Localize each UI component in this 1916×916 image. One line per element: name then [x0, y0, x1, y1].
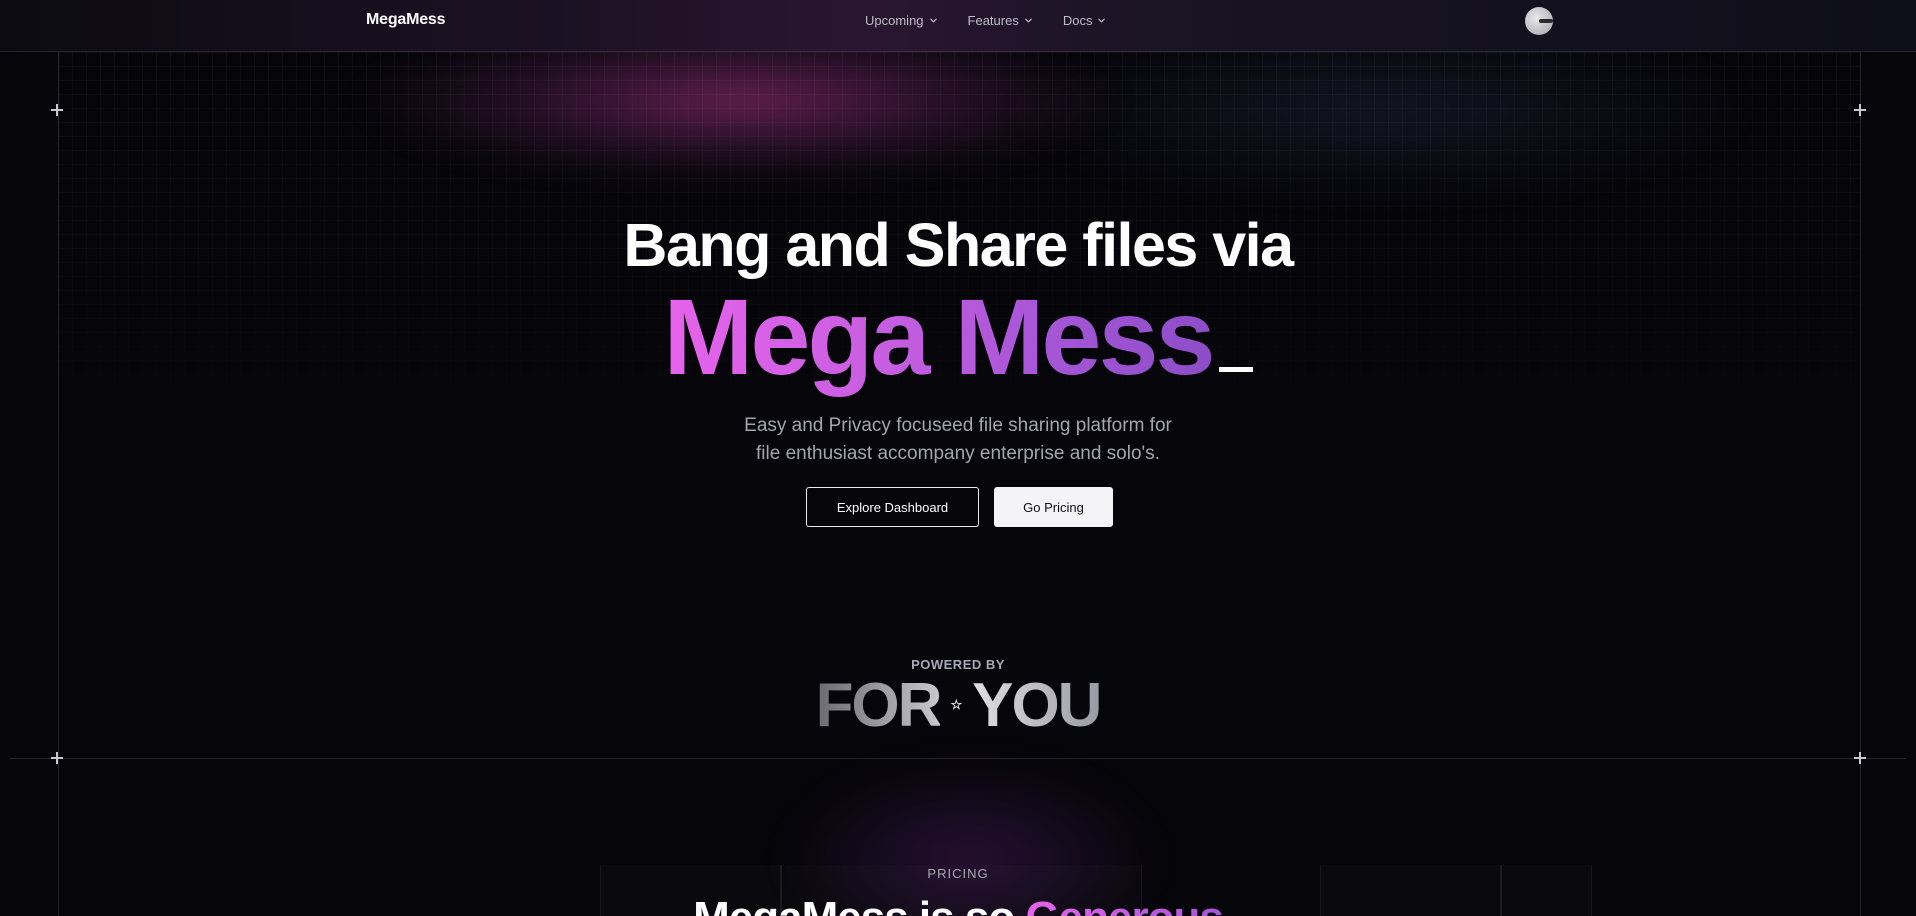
hero-subtitle-line: file enthusiast accompany enterprise and…: [756, 443, 1160, 464]
nav-item-features[interactable]: Features: [968, 13, 1033, 28]
hero-subtitle: Easy and Privacy focuseed file sharing p…: [658, 412, 1258, 468]
powered-by-label: POWERED BY: [911, 657, 1005, 672]
nav-item-label: Features: [967, 13, 1019, 28]
nav-menu: Upcoming Features Docs: [865, 13, 1106, 28]
hero-title: Bang and Share files via: [623, 211, 1294, 279]
chevron-down-icon: [1025, 18, 1032, 23]
nav-item-label: Docs: [1062, 13, 1093, 28]
brand-logo[interactable]: MegaMess: [366, 11, 446, 29]
avatar[interactable]: [1525, 7, 1553, 35]
nav-item-upcoming[interactable]: Upcoming: [865, 13, 938, 28]
corner-plus-icon: [1854, 752, 1866, 764]
logo-word-for: FOR: [815, 670, 943, 740]
chevron-down-icon: [929, 18, 937, 23]
star-icon: ☆: [950, 697, 963, 712]
nav-item-docs[interactable]: Docs: [1063, 13, 1107, 28]
frame-line-left: [58, 52, 59, 916]
section-divider: [10, 758, 1906, 759]
pricing-heading: MegaMess is so Generous: [0, 893, 1916, 916]
typing-cursor: [1218, 367, 1253, 372]
logo-word-you: YOU: [972, 670, 1102, 740]
hero-subtitle-line: Easy and Privacy focuseed file sharing p…: [744, 415, 1172, 436]
pricing-label: PRICING: [927, 866, 989, 881]
hero-brand-title: Mega Mess: [0, 277, 1916, 397]
landing-page: MegaMess Upcoming Features Docs Bang and…: [0, 0, 1916, 916]
navbar: MegaMess Upcoming Features Docs: [0, 0, 1916, 52]
pricing-heading-main: MegaMess is so: [693, 893, 1025, 916]
powered-by-logo: FOR ☆ YOU: [815, 670, 1103, 740]
corner-plus-icon: [51, 752, 63, 764]
chevron-down-icon: [1098, 18, 1106, 23]
avatar-mark: [1539, 19, 1553, 23]
corner-plus-icon: [51, 104, 63, 116]
hero-brand-text: Mega Mess: [663, 276, 1215, 397]
explore-dashboard-button[interactable]: Explore Dashboard: [806, 487, 979, 527]
corner-plus-icon: [1854, 104, 1866, 116]
pricing-heading-accent: Generous: [1025, 893, 1223, 916]
frame-line-right: [1860, 52, 1861, 916]
go-pricing-button[interactable]: Go Pricing: [994, 487, 1113, 527]
nav-item-label: Upcoming: [865, 13, 924, 28]
